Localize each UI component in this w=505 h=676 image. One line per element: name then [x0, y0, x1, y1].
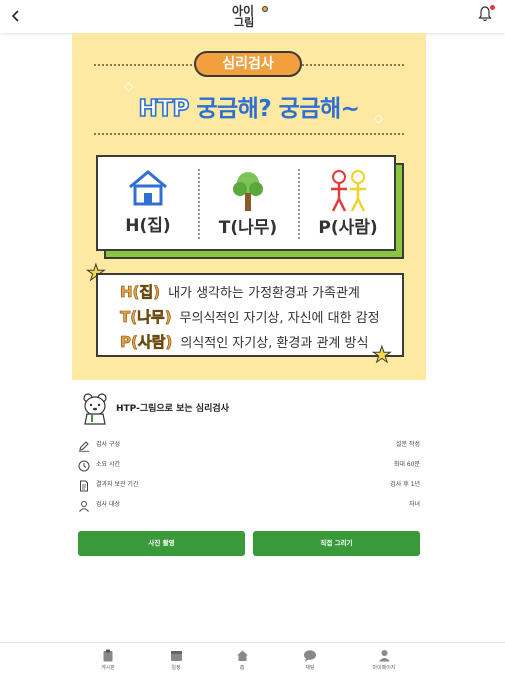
info-value: 설문 작성 [396, 441, 420, 448]
nav-label: 홈 [239, 665, 245, 671]
description-row: T(나무) 무의식적인 자기상, 자신에 대한 감정 [120, 306, 380, 327]
info-row-composition: 검사 구성 설문 작성 [78, 437, 420, 452]
nav-item-mypage[interactable]: 마이페이지 [364, 649, 404, 671]
pencil-icon [78, 437, 90, 452]
description-text: 의식적인 자기상, 환경과 관계 방식 [180, 336, 369, 351]
nav-label: 일정 [171, 665, 181, 671]
htp-item-caption: H(집) [125, 216, 171, 236]
description-row: H(집) 내가 생각하는 가정환경과 가족관계 [120, 281, 360, 302]
nav-item-schedule[interactable]: 일정 [156, 649, 196, 671]
chat-icon [304, 650, 316, 662]
star-icon: ★ [372, 343, 393, 369]
description-text: 내가 생각하는 가정환경과 가족관계 [168, 286, 360, 301]
calendar-icon [170, 651, 182, 661]
clipboard-icon [103, 649, 113, 662]
info-value: 검사 후 1년 [390, 481, 420, 488]
tree-icon [233, 172, 263, 211]
home-icon [236, 650, 248, 661]
nav-label: 채팅 [305, 665, 315, 671]
chevron-left-icon[interactable] [6, 6, 26, 26]
info-label: 소요 시간 [96, 461, 120, 468]
htp-banner-image: 심리검사 ◇ HTP 궁금해? 궁금해~ ◇ H(집) T(나무) P(사람) … [72, 33, 426, 380]
mascot-image [80, 392, 110, 426]
description-text: 무의식적인 자기상, 자신에 대한 감정 [179, 311, 380, 326]
nav-item-home[interactable]: 홈 [222, 649, 262, 671]
htp-item-caption: T(나무) [218, 218, 278, 238]
nav-item-board[interactable]: 게시판 [88, 649, 128, 671]
htp-item-person: P(사람) [298, 169, 398, 238]
person-icon [378, 650, 390, 662]
nav-item-chat[interactable]: 채팅 [290, 649, 330, 671]
description-key: H(집) [120, 283, 161, 302]
bell-icon[interactable] [478, 5, 495, 24]
info-label: 결과지 보관 기간 [96, 481, 139, 488]
bottom-navigation: 게시판 일정 홈 채팅 마이페이지 [0, 642, 505, 676]
banner-divider [94, 133, 404, 135]
info-value: 자녀 [408, 501, 420, 508]
info-value: 최대 60분 [393, 461, 420, 468]
people-icon [331, 170, 366, 212]
logo-text-bottom: 그림 [234, 16, 255, 29]
clock-icon [78, 457, 90, 472]
test-title: HTP-그림으로 보는 심리검사 [116, 404, 229, 414]
house-icon [129, 170, 167, 206]
banner-title-rest: 궁금해? 궁금해~ [188, 96, 360, 122]
banner-category-pill: 심리검사 [194, 51, 302, 77]
htp-items-card: H(집) T(나무) P(사람) [96, 155, 396, 251]
info-label: 검사 구성 [96, 441, 120, 448]
htp-description-card: H(집) 내가 생각하는 가정환경과 가족관계 T(나무) 무의식적인 자기상, 자… [96, 273, 404, 357]
banner-title-htp: HTP [138, 95, 190, 123]
photo-button[interactable]: 사진 촬영 [78, 531, 245, 556]
nav-label: 마이페이지 [372, 665, 396, 671]
nav-label: 게시판 [101, 665, 115, 671]
description-key: T(나무) [120, 308, 172, 327]
info-row-duration: 소요 시간 최대 60분 [78, 457, 420, 472]
draw-button[interactable]: 직접 그리기 [253, 531, 420, 556]
description-row: P(사람) 의식적인 자기상, 환경과 관계 방식 [120, 331, 369, 352]
info-row-retention: 결과지 보관 기간 검사 후 1년 [78, 477, 420, 492]
banner-title: HTP 궁금해? 궁금해~ [72, 89, 426, 123]
htp-item-tree: T(나무) [198, 169, 298, 238]
top-app-bar: 아이 그림 [0, 0, 505, 33]
htp-item-caption: P(사람) [318, 218, 378, 238]
document-icon [78, 477, 90, 492]
notification-dot [490, 5, 495, 10]
app-logo: 아이 그림 [228, 2, 274, 30]
description-key: P(사람) [120, 333, 173, 352]
sparkle-icon: ◇ [374, 111, 384, 125]
info-row-target: 검사 대상 자녀 [78, 497, 420, 512]
person-icon [78, 497, 90, 512]
logo-dot [262, 6, 268, 12]
info-label: 검사 대상 [96, 501, 120, 508]
htp-item-house: H(집) [98, 169, 198, 236]
